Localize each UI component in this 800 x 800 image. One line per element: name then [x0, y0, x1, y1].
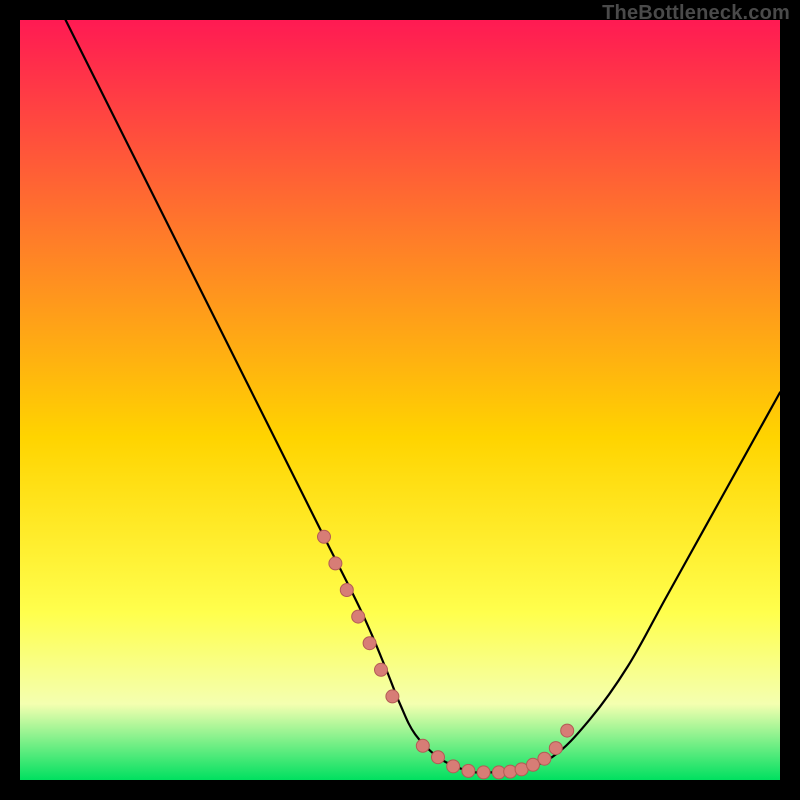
chart-stage: TheBottleneck.com — [0, 0, 800, 800]
gradient-rect — [20, 20, 780, 780]
watermark-text: TheBottleneck.com — [602, 2, 790, 25]
gradient-svg — [20, 20, 780, 780]
gradient-plot-area — [20, 20, 780, 780]
